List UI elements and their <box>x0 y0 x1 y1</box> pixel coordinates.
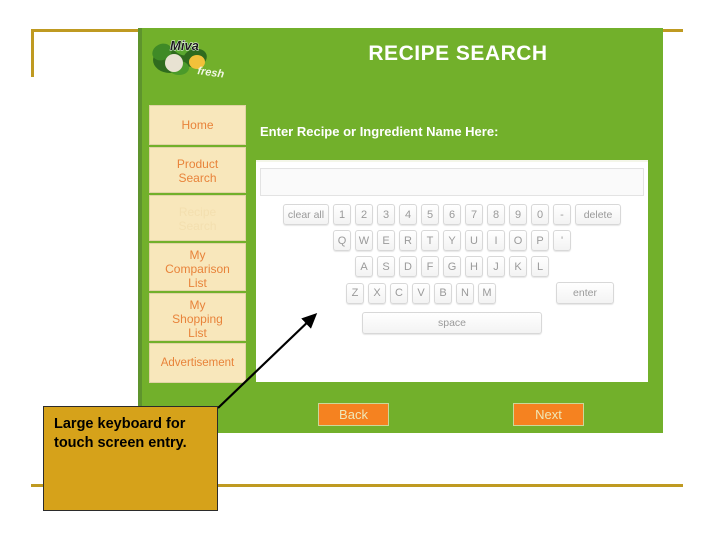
sidebar-item-label: Home <box>181 118 214 132</box>
key-space[interactable]: space <box>362 312 542 334</box>
slide-frame-left-rule <box>31 29 34 77</box>
keyboard-row-home: A S D F G H J K L <box>256 256 648 277</box>
key-y[interactable]: Y <box>443 230 461 251</box>
key-j[interactable]: J <box>487 256 505 277</box>
key-0[interactable]: 0 <box>531 204 549 225</box>
sidebar-item-advertisement[interactable]: Advertisement <box>149 343 246 383</box>
sidebar-nav: Home Product Search Recipe Search My Com… <box>149 105 246 385</box>
key-m[interactable]: M <box>478 282 496 304</box>
key-r[interactable]: R <box>399 230 417 251</box>
key-apostrophe[interactable]: ' <box>553 230 571 251</box>
sidebar-item-label-line2: Search <box>178 171 217 185</box>
kiosk-app-window: Miva fresh RECIPE SEARCH Enter Recipe or… <box>138 28 663 433</box>
sidebar-item-label: Advertisement <box>160 357 235 369</box>
key-x[interactable]: X <box>368 282 386 304</box>
keyboard-row-bottom: Z X C V B N M enter <box>256 282 648 304</box>
back-button[interactable]: Back <box>318 403 389 426</box>
key-o[interactable]: O <box>509 230 527 251</box>
sidebar-item-label-line2: Comparison <box>165 262 230 276</box>
key-e[interactable]: E <box>377 230 395 251</box>
key-g[interactable]: G <box>443 256 461 277</box>
sidebar-item-label-line1: My <box>189 248 206 262</box>
key-t[interactable]: T <box>421 230 439 251</box>
key-b[interactable]: B <box>434 282 452 304</box>
annotation-callout-text: Large keyboard for touch screen entry. <box>54 416 187 451</box>
key-w[interactable]: W <box>355 230 373 251</box>
miva-fresh-logo[interactable]: Miva fresh <box>150 32 232 82</box>
search-prompt-label: Enter Recipe or Ingredient Name Here: <box>260 124 499 139</box>
key-5[interactable]: 5 <box>421 204 439 225</box>
sidebar-item-label-line2: Shopping <box>172 312 223 326</box>
key-hyphen[interactable]: - <box>553 204 571 225</box>
svg-text:fresh: fresh <box>197 65 226 81</box>
page-title: RECIPE SEARCH <box>368 42 548 65</box>
key-s[interactable]: S <box>377 256 395 277</box>
key-1[interactable]: 1 <box>333 204 351 225</box>
key-7[interactable]: 7 <box>465 204 483 225</box>
key-n[interactable]: N <box>456 282 474 304</box>
keyboard-panel: clear all 1 2 3 4 5 6 7 8 9 0 - delete Q… <box>256 160 648 382</box>
sidebar-item-label-line3: List <box>188 326 207 340</box>
key-l[interactable]: L <box>531 256 549 277</box>
sidebar-item-label-line3: List <box>188 276 207 290</box>
sidebar-item-label-line1: Product <box>176 157 219 171</box>
key-6[interactable]: 6 <box>443 204 461 225</box>
key-c[interactable]: C <box>390 282 408 304</box>
key-delete[interactable]: delete <box>575 204 621 225</box>
sidebar-item-home[interactable]: Home <box>149 105 246 145</box>
sidebar-item-recipe-search: Recipe Search <box>149 195 246 241</box>
sidebar-item-product-search[interactable]: Product Search <box>149 147 246 193</box>
key-8[interactable]: 8 <box>487 204 505 225</box>
key-p[interactable]: P <box>531 230 549 251</box>
key-enter[interactable]: enter <box>556 282 614 304</box>
key-a[interactable]: A <box>355 256 373 277</box>
key-clear-all[interactable]: clear all <box>283 204 329 225</box>
sidebar-item-label-line2: Search <box>178 219 217 233</box>
sidebar-item-label-line1: Recipe <box>178 205 217 219</box>
on-screen-keyboard: clear all 1 2 3 4 5 6 7 8 9 0 - delete Q… <box>256 204 648 339</box>
sidebar-item-my-shopping-list[interactable]: My Shopping List <box>149 293 246 341</box>
key-9[interactable]: 9 <box>509 204 527 225</box>
key-z[interactable]: Z <box>346 282 364 304</box>
key-4[interactable]: 4 <box>399 204 417 225</box>
kiosk-left-edge <box>138 28 142 433</box>
svg-text:Miva: Miva <box>170 38 199 53</box>
key-2[interactable]: 2 <box>355 204 373 225</box>
annotation-callout-box: Large keyboard for touch screen entry. <box>43 406 218 511</box>
keyboard-row-space: space <box>256 312 648 334</box>
key-h[interactable]: H <box>465 256 483 277</box>
key-3[interactable]: 3 <box>377 204 395 225</box>
key-i[interactable]: I <box>487 230 505 251</box>
key-v[interactable]: V <box>412 282 430 304</box>
key-q[interactable]: Q <box>333 230 351 251</box>
next-button[interactable]: Next <box>513 403 584 426</box>
keyboard-row-numbers: clear all 1 2 3 4 5 6 7 8 9 0 - delete <box>256 204 648 225</box>
key-u[interactable]: U <box>465 230 483 251</box>
keyboard-row-top: Q W E R T Y U I O P ' <box>256 230 648 251</box>
key-f[interactable]: F <box>421 256 439 277</box>
key-d[interactable]: D <box>399 256 417 277</box>
sidebar-item-my-comparison-list[interactable]: My Comparison List <box>149 243 246 291</box>
sidebar-item-label-line1: My <box>189 298 206 312</box>
key-k[interactable]: K <box>509 256 527 277</box>
recipe-search-input[interactable] <box>260 168 644 196</box>
